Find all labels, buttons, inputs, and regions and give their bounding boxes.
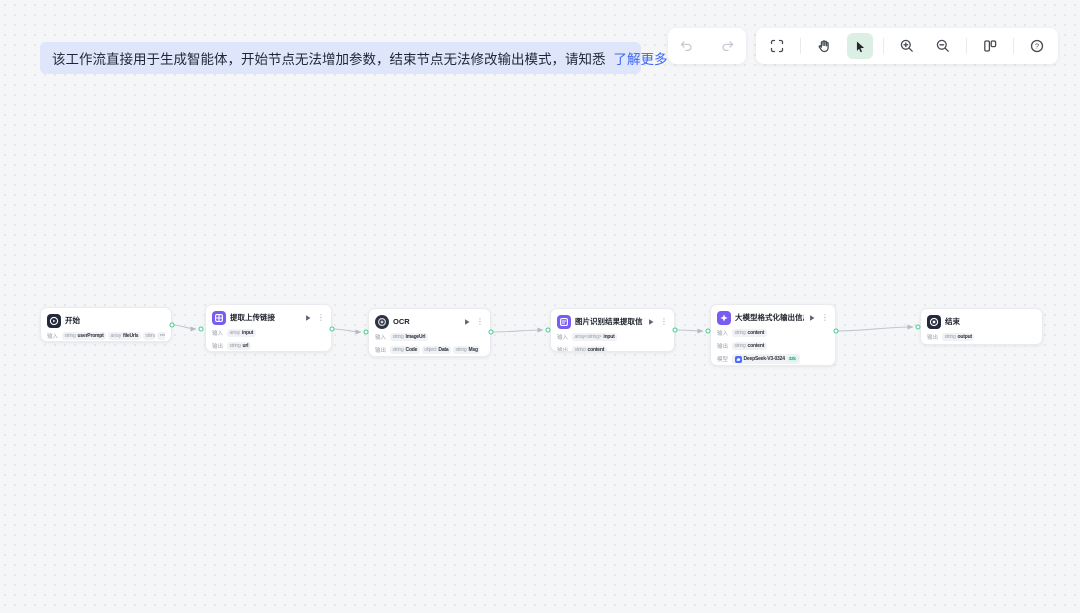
node-title: 开始 xyxy=(65,315,165,326)
llm-node-icon xyxy=(717,311,731,325)
node-llm-format-output[interactable]: 大模型格式化输出信息 ⋮ 输入 stringcontent 输出 stringc… xyxy=(710,304,836,366)
row-label-input: 输入 xyxy=(47,332,58,340)
row-label-output: 输出 xyxy=(717,342,728,350)
row-label-model: 模型 xyxy=(717,355,728,363)
node-end[interactable]: 结束 输出 stringoutput xyxy=(920,308,1043,345)
row-label-input: 输入 xyxy=(717,329,728,337)
param-tag: stringoutput xyxy=(942,333,974,341)
node-title: 结束 xyxy=(945,316,1036,327)
ocr-plugin-icon xyxy=(375,315,389,329)
edge-llm-to-end xyxy=(836,327,913,331)
param-tag: stringcontent xyxy=(732,329,767,337)
code-node-icon xyxy=(557,315,571,329)
node-ocr[interactable]: OCR ⋮ 输入 stringImageUrl 输出 stringCode ob… xyxy=(368,308,491,357)
node-title: 大模型格式化输出信息 xyxy=(735,312,804,323)
param-tag: stringuserPrompt xyxy=(62,332,106,340)
run-node-button[interactable] xyxy=(808,314,816,322)
output-port[interactable] xyxy=(330,327,335,332)
param-tag: stringMsg xyxy=(453,346,480,354)
node-menu-button[interactable]: ⋮ xyxy=(317,314,325,322)
run-node-button[interactable] xyxy=(647,318,655,326)
node-start[interactable]: 开始 输入 stringuserPrompt arrayfileUrls str… xyxy=(40,307,172,342)
row-label-input: 输入 xyxy=(375,333,386,341)
node-parse-image-result[interactable]: 图片识别结果提取信息 ⋮ 输入 array<string>input 输出 st… xyxy=(550,308,675,352)
node-menu-button[interactable]: ⋮ xyxy=(821,314,829,322)
node-title: 图片识别结果提取信息 xyxy=(575,316,643,327)
param-tag: arrayfileUrls xyxy=(108,332,141,340)
edge-parse-to-llm xyxy=(675,330,703,331)
row-label-input: 输入 xyxy=(212,329,223,337)
workflow-canvas[interactable]: 开始 输入 stringuserPrompt arrayfileUrls str… xyxy=(0,0,1080,613)
output-port[interactable] xyxy=(170,323,175,328)
output-port[interactable] xyxy=(834,329,839,334)
input-port[interactable] xyxy=(706,329,711,334)
start-node-icon xyxy=(47,314,61,328)
context-length-badge: 32k xyxy=(787,356,798,363)
output-port[interactable] xyxy=(489,330,494,335)
run-node-button[interactable] xyxy=(304,314,312,322)
input-port[interactable] xyxy=(546,328,551,333)
node-title: 提取上传链接 xyxy=(230,312,300,323)
model-chip: DeepSeek-V3-0324 32k xyxy=(732,354,800,364)
input-port[interactable] xyxy=(364,330,369,335)
output-port[interactable] xyxy=(673,328,678,333)
row-label-output: 输出 xyxy=(212,342,223,350)
node-menu-button[interactable]: ⋮ xyxy=(660,318,668,326)
edge-ocr-to-parse xyxy=(491,330,543,332)
run-node-button[interactable] xyxy=(463,318,471,326)
param-tag: stringurl xyxy=(227,342,251,350)
input-port[interactable] xyxy=(199,327,204,332)
edge-extract-to-ocr xyxy=(332,329,361,332)
input-port[interactable] xyxy=(916,325,921,330)
param-tag: stringImageUrl xyxy=(390,333,428,341)
param-tag: arrayinput xyxy=(227,329,256,337)
param-tag: stringCode xyxy=(390,346,420,354)
node-menu-button[interactable]: ⋮ xyxy=(476,318,484,326)
row-label-output: 输出 xyxy=(927,333,938,341)
param-tag: objectData xyxy=(422,346,451,354)
node-extract-upload-link[interactable]: 提取上传链接 ⋮ 输入 arrayinput 输出 stringurl xyxy=(205,304,332,352)
code-node-icon xyxy=(212,311,226,325)
node-title: OCR xyxy=(393,317,459,326)
param-tag: stringcontent xyxy=(732,342,767,350)
row-label-output: 输出 xyxy=(375,346,386,354)
param-tag: array<string>input xyxy=(572,333,617,341)
edge-start-to-extract xyxy=(172,325,196,329)
param-tag-truncated: string xyxy=(143,332,155,340)
param-tag: stringcontent xyxy=(572,346,607,352)
deepseek-whale-icon xyxy=(735,356,742,363)
row-label-input: 输入 xyxy=(557,333,568,341)
more-params-button[interactable]: ⋯ xyxy=(157,332,165,340)
row-label-output: 输出 xyxy=(557,346,568,352)
end-node-icon xyxy=(927,315,941,329)
